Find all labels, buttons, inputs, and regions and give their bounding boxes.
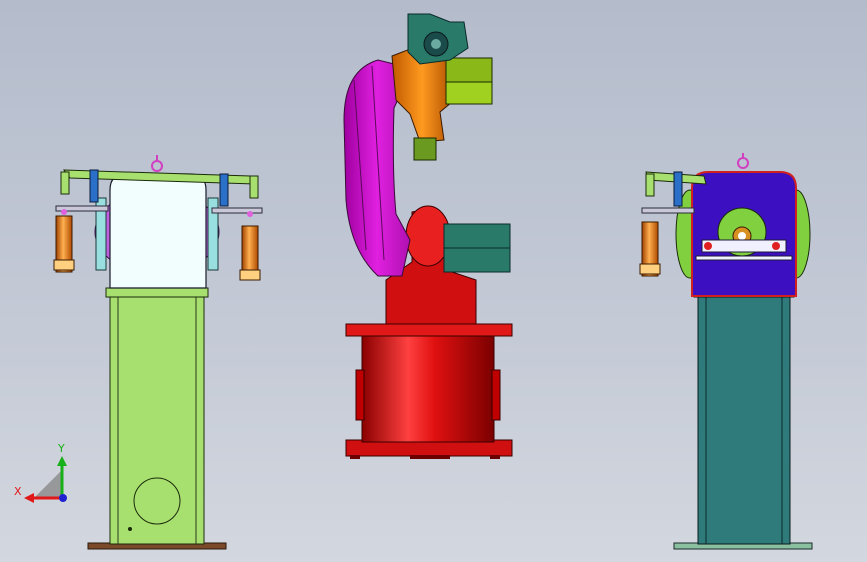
assembly-scene[interactable]: Y X <box>0 0 867 562</box>
left-lifting-eye <box>151 160 163 172</box>
triad-plane <box>34 470 62 498</box>
triad-x-label: X <box>14 485 22 498</box>
left-station[interactable] <box>53 155 263 550</box>
right-pillar[interactable] <box>697 295 791 545</box>
robot-base-cylinder[interactable] <box>361 333 495 443</box>
triad-y-label: Y <box>57 442 65 455</box>
right-lifting-eye <box>737 157 749 169</box>
view-orientation-triad[interactable]: Y X <box>14 442 67 503</box>
right-station[interactable] <box>639 153 813 550</box>
robot[interactable] <box>343 13 513 459</box>
robot-end-effector <box>413 137 437 161</box>
left-fixture-plate[interactable] <box>109 173 207 289</box>
left-pillar[interactable] <box>109 295 205 545</box>
triad-z-axis <box>59 494 67 502</box>
cad-viewport[interactable]: Y X <box>0 0 867 562</box>
